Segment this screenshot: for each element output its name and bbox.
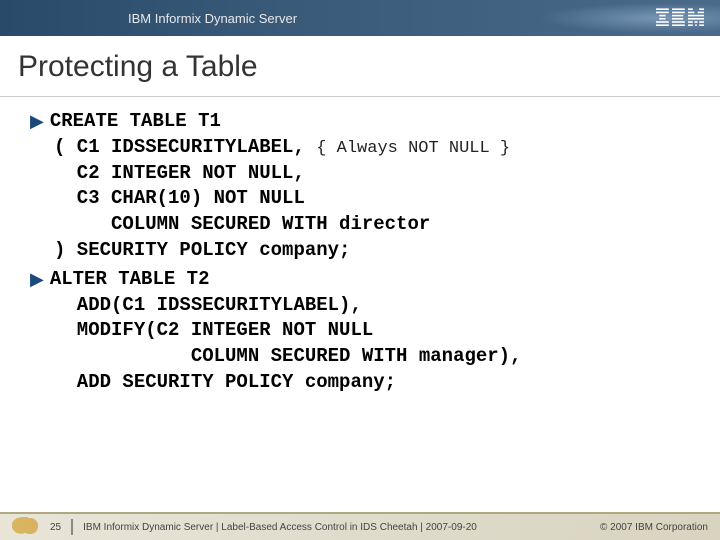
page-number: 25 (50, 522, 61, 533)
code-line: ALTER TABLE T2 (50, 267, 210, 293)
content-area: ▶ CREATE TABLE T1 ( C1 IDSSECURITYLABEL,… (0, 97, 720, 395)
code-line: ADD SECURITY POLICY company; (30, 370, 702, 396)
code-line: MODIFY(C2 INTEGER NOT NULL (30, 318, 702, 344)
code-line: ) SECURITY POLICY company; (30, 238, 702, 264)
footer-text: IBM Informix Dynamic Server | Label-Base… (83, 522, 600, 533)
footer-bar: 25 IBM Informix Dynamic Server | Label-B… (0, 512, 720, 540)
code-line: ( C1 IDSSECURITYLABEL, { Always NOT NULL… (30, 135, 702, 161)
code-block-1: ▶ CREATE TABLE T1 ( C1 IDSSECURITYLABEL,… (30, 109, 702, 263)
header-title: IBM Informix Dynamic Server (128, 11, 297, 26)
code-line: COLUMN SECURED WITH manager), (30, 344, 702, 370)
header-bar: IBM Informix Dynamic Server (0, 0, 720, 36)
cheetah-icon (12, 517, 42, 537)
bullet-arrow-icon: ▶ (30, 267, 44, 292)
code-line: C2 INTEGER NOT NULL, (30, 161, 702, 187)
code-comment: { Always NOT NULL } (316, 139, 510, 158)
code-line: ADD(C1 IDSSECURITYLABEL), (30, 293, 702, 319)
code-line: COLUMN SECURED WITH director (30, 212, 702, 238)
footer-separator (71, 519, 73, 535)
code-line: C3 CHAR(10) NOT NULL (30, 186, 702, 212)
slide-title: Protecting a Table (0, 36, 720, 97)
footer-copyright: © 2007 IBM Corporation (600, 522, 708, 533)
code-line: CREATE TABLE T1 (50, 109, 221, 135)
code-block-2: ▶ ALTER TABLE T2 ADD(C1 IDSSECURITYLABEL… (30, 267, 702, 395)
bullet-arrow-icon: ▶ (30, 109, 44, 134)
ibm-logo (656, 8, 704, 28)
